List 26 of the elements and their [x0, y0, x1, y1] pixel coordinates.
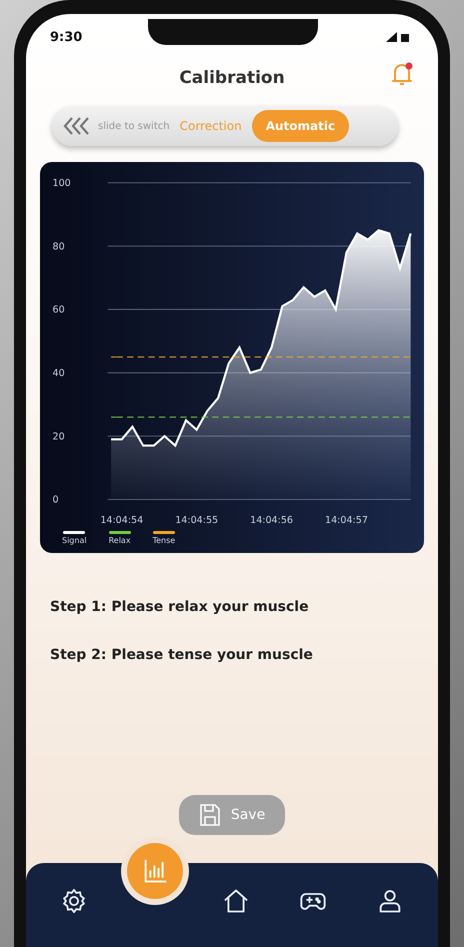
- page-title: Calibration: [179, 68, 285, 88]
- y-axis-label: 0: [52, 494, 59, 506]
- instruction-text: Step 1: Please relax your muscle: [50, 599, 310, 616]
- x-axis-label: 14:04:57: [325, 514, 368, 526]
- home-icon: [222, 887, 250, 915]
- x-axis-label: 14:04:56: [250, 514, 294, 526]
- instruction-text: Step 2: Please tense your muscle: [50, 647, 314, 664]
- y-axis-label: 80: [52, 241, 65, 252]
- y-axis-label: 40: [52, 368, 65, 379]
- signal-battery-icon: [384, 31, 412, 43]
- y-axis-label: 100: [52, 178, 71, 189]
- legend-label: Relax: [108, 536, 131, 546]
- mode-option[interactable]: Automatic: [252, 110, 350, 142]
- nav-button[interactable]: [127, 843, 184, 899]
- mode-switch[interactable]: slide to switch Correction Automatic: [52, 106, 398, 146]
- double-chevron-icon: [62, 116, 92, 136]
- y-axis-label: 60: [52, 304, 65, 316]
- status-time: 9:30: [50, 30, 82, 44]
- x-axis-label: 14:04:54: [100, 514, 144, 526]
- x-axis-label: 14:04:55: [175, 514, 218, 526]
- legend-label: Tense: [152, 536, 176, 546]
- switch-hint: slide to switch: [98, 120, 170, 132]
- legend-label: Signal: [62, 536, 87, 546]
- notification-bell-icon[interactable]: [390, 62, 414, 88]
- mode-option[interactable]: Correction: [176, 119, 246, 133]
- y-axis-label: 20: [52, 431, 65, 442]
